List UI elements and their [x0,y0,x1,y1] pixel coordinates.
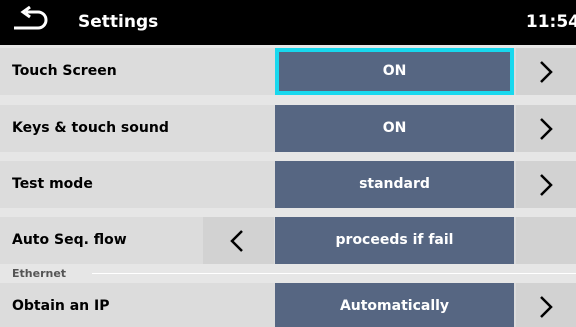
setting-row-touch-screen[interactable]: Touch Screen ON [0,48,576,95]
empty-arrow-slot [516,217,576,264]
chevron-right-icon[interactable] [516,161,576,208]
setting-label: Auto Seq. flow [12,232,127,248]
chevron-left-icon[interactable] [203,217,274,264]
clock: 11:54 [525,12,576,32]
setting-value-auto-seq-flow[interactable]: proceeds if fail [275,217,514,264]
setting-label: Touch Screen [12,63,117,79]
setting-value-touch-screen[interactable]: ON [275,48,514,95]
title-bar: Settings 11:54 [0,0,576,45]
setting-row-obtain-ip[interactable]: Obtain an IP Automatically [0,283,576,327]
setting-value-obtain-ip[interactable]: Automatically [275,283,514,327]
section-label: Ethernet [12,267,67,280]
setting-label: Keys & touch sound [12,120,169,136]
chevron-right-icon[interactable] [516,48,576,95]
setting-row-auto-seq-flow[interactable]: Auto Seq. flow proceeds if fail [0,217,576,264]
setting-row-keys-touch-sound[interactable]: Keys & touch sound ON [0,105,576,152]
page-title: Settings [78,12,159,32]
setting-value-keys-touch-sound[interactable]: ON [275,105,514,152]
setting-label: Test mode [12,176,93,192]
setting-value-test-mode[interactable]: standard [275,161,514,208]
back-arrow-icon[interactable] [8,5,60,36]
chevron-right-icon[interactable] [516,283,576,327]
setting-row-test-mode[interactable]: Test mode standard [0,161,576,208]
setting-label: Obtain an IP [12,298,110,314]
section-separator-ethernet: Ethernet [0,264,576,283]
divider [92,273,576,274]
chevron-right-icon[interactable] [516,105,576,152]
